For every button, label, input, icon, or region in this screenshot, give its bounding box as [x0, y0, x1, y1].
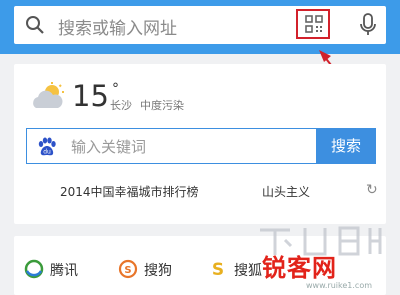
temperature: 15: [72, 79, 109, 113]
svg-text:S: S: [124, 265, 131, 276]
svg-text:du: du: [43, 149, 51, 156]
keyword-input[interactable]: 输入关键词: [71, 136, 146, 157]
degree-symbol: °: [112, 81, 119, 97]
svg-text:S: S: [212, 260, 224, 279]
refresh-icon[interactable]: ↻: [366, 182, 378, 198]
baidu-search-box[interactable]: du 输入关键词 搜索: [26, 128, 376, 164]
watermark-url: www.ruike1.com: [306, 281, 373, 290]
sohu-logo-icon: S: [208, 259, 228, 283]
hot-topic-link[interactable]: 2014中国幸福城市排行榜: [60, 183, 199, 200]
watermark-logo: 锐客网: [262, 254, 337, 282]
partly-cloudy-icon: [30, 82, 68, 114]
hot-topic-link[interactable]: 山头主义: [262, 183, 310, 200]
baidu-paw-icon: du: [37, 137, 57, 161]
site-name: 腾讯: [50, 263, 78, 279]
air-quality: 中度污染: [140, 99, 184, 112]
site-name: 搜狗: [144, 263, 172, 279]
search-button[interactable]: 搜索: [316, 128, 376, 164]
tencent-logo-icon: [24, 259, 44, 283]
sogou-logo-icon: S: [118, 259, 138, 283]
weather-search-card: 15 ° 长沙 中度污染 du 输入关键词 搜索 2014中国幸福城市排行榜 山…: [14, 64, 386, 224]
city-name[interactable]: 长沙: [110, 97, 132, 113]
